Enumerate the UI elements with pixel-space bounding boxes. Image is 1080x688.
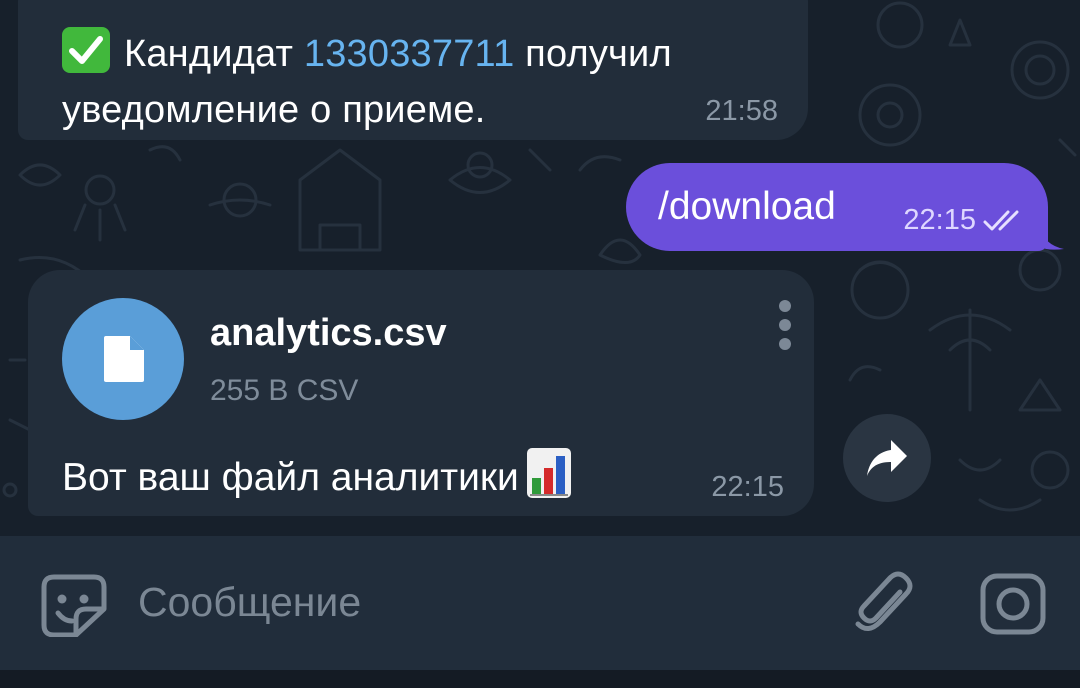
camera-icon[interactable]	[978, 572, 1048, 636]
system-navigation-strip	[0, 670, 1080, 688]
file-name[interactable]: analytics.csv	[210, 312, 447, 355]
outgoing-message[interactable]: /download 22:15	[626, 163, 1048, 251]
message-text: Кандидат 1330337711 получил уведомление …	[62, 26, 782, 138]
incoming-message[interactable]: Кандидат 1330337711 получил уведомление …	[18, 0, 808, 140]
message-input[interactable]	[138, 566, 818, 638]
message-caption: Вот ваш файл аналитики	[62, 448, 571, 500]
bar-chart-icon	[526, 448, 571, 498]
sticker-icon[interactable]	[40, 573, 108, 637]
check-mark-icon	[62, 27, 110, 73]
message-time: 22:15	[711, 471, 784, 503]
document-icon	[104, 336, 144, 382]
chat-area[interactable]: Кандидат 1330337711 получил уведомление …	[0, 0, 1080, 536]
file-meta: 255 B CSV	[210, 374, 359, 407]
message-input-bar	[0, 536, 1080, 670]
share-button[interactable]	[843, 414, 931, 502]
incoming-file-message[interactable]: analytics.csv 255 B CSV Вот ваш файл ана…	[28, 270, 814, 516]
candidate-id-link[interactable]: 1330337711	[304, 33, 515, 75]
attach-icon[interactable]	[852, 570, 916, 638]
caption-text: Вот ваш файл аналитики	[62, 456, 519, 499]
double-check-icon	[983, 210, 1019, 231]
message-time: 22:15	[903, 204, 976, 236]
message-text-before: Кандидат	[124, 33, 304, 75]
more-vertical-icon[interactable]	[778, 300, 792, 350]
message-text: /download	[658, 185, 836, 228]
share-icon	[867, 440, 907, 476]
message-time: 21:58	[705, 95, 778, 127]
file-download-button[interactable]	[62, 298, 184, 420]
bubble-tail	[1040, 227, 1064, 250]
